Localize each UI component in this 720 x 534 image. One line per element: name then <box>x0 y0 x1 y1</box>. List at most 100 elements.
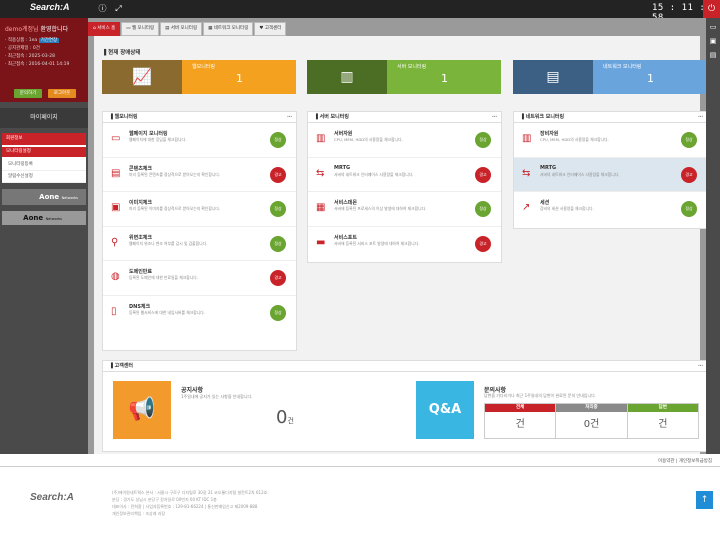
list-item[interactable]: ⇆ MRTG 서버의 네트워크 인터페이스 사용량을 체크합니다. 경고 <box>514 157 707 192</box>
card-count: 1 <box>236 72 243 85</box>
aone-banner-2[interactable]: Aone Networks <box>2 211 86 225</box>
list-item[interactable]: ▤ 콘텐츠체크 미리 등록된 콘텐츠를 정상적으로 받아오는지 확인합니다. 경고 <box>103 158 296 192</box>
footer-divider <box>0 466 720 467</box>
panel-title: 고객센터 <box>114 363 133 369</box>
more-icon[interactable]: ⋯ <box>287 112 292 123</box>
status-badge[interactable]: 경고 <box>475 235 491 252</box>
status-badge[interactable]: 정상 <box>270 201 286 217</box>
panel-title: 웹모니터링 <box>114 114 138 120</box>
list-item[interactable]: ◍ 도메인만료 등록된 도메인에 대한 만료일을 체크합니다. 경고 <box>103 261 296 296</box>
list-item[interactable]: ▭ 웹페이지 모니터링 웹페이지에 대한 응답을 체크합니다. 정상 <box>103 123 296 158</box>
expand-icon[interactable]: ⤢ <box>113 3 124 14</box>
monitor-chart-icon: 📈 <box>102 60 182 94</box>
list-item[interactable]: ▥ 장비자원 CPU, MEM, HDD의 사용량을 체크합니다. 정상 <box>514 123 707 158</box>
list-item[interactable]: ▣ 이미지체크 미리 등록된 이미지를 정상적으로 받아오는지 확인합니다. 정상 <box>103 192 296 227</box>
user-row-3: · 최근접속 : 2025-03-28 <box>5 54 55 59</box>
network-status-card[interactable]: ▤ 네트워크 모니터링 1 <box>513 60 707 94</box>
monitor-icon: ▭ <box>111 133 121 144</box>
tab-network-monitoring[interactable]: ▦ 네트워크 모니터링 <box>203 22 254 36</box>
logout-button[interactable]: 로그아웃 <box>48 89 76 98</box>
status-badge[interactable]: 정상 <box>681 201 697 217</box>
status-badge[interactable]: 경고 <box>475 166 491 183</box>
item-desc: CPU, MEM, HDD의 사용량을 체크합니다. <box>540 137 609 142</box>
aone-banner-1[interactable]: Aone Networks <box>2 189 86 205</box>
status-badge[interactable]: 정상 <box>475 201 491 217</box>
tab-service-home[interactable]: ⌂ 서비스 홈 <box>88 22 121 36</box>
user-row-1: · 적용상품 : 1ea 기간연장 <box>5 37 83 43</box>
web-status-card[interactable]: 📈 웹모니터링 1 <box>102 60 296 94</box>
menu-alert-settings[interactable]: 알림수신설정 <box>2 171 86 183</box>
tab-bar: ⌂ 서비스 홈 ▭ 웹 모니터링 ▤ 서버 모니터링 ▦ 네트워크 모니터링 ♥… <box>88 22 287 36</box>
tab-customer-center[interactable]: ♥ 고객센터 <box>254 22 287 36</box>
status-badge[interactable]: 정상 <box>270 132 286 148</box>
list-item[interactable]: ▯ DNS체크 등록된 웹서비스에 대한 네임서버를 체크합니다. 정상 <box>103 296 296 331</box>
list-item[interactable]: ▦ 서비스데몬 서버에 등록된 프로세스의 이상 발생에 대하여 체크합니다. 정상 <box>308 192 501 227</box>
item-title: 웹페이지 모니터링 <box>129 131 168 137</box>
menu-monitoring-register[interactable]: 모니터링등록 <box>2 159 86 171</box>
item-title: 장비자원 <box>540 131 559 137</box>
item-desc: 서버에 등록된 프로세스의 이상 발생에 대하여 체크합니다. <box>334 206 427 211</box>
list-item[interactable]: ▥ 서버자원 CPU, MEM, HDD의 사용량을 체크합니다. 정상 <box>308 123 501 158</box>
item-desc: 등록된 웹서비스에 대한 네임서버를 체크합니다. <box>129 309 205 315</box>
qa-col-answered[interactable]: 답변 건 <box>627 404 698 438</box>
status-badge[interactable]: 경고 <box>681 166 697 183</box>
footer-links[interactable]: 이용약관 | 개인정보취급방침 <box>658 458 712 464</box>
card-label: 네트워크 모니터링 <box>603 64 642 70</box>
more-icon[interactable]: ⋯ <box>698 112 703 123</box>
status-badge[interactable]: 정상 <box>270 235 286 252</box>
qa-col-processing[interactable]: 처리중 0건 <box>556 404 628 438</box>
item-title: DNS체크 <box>129 303 151 310</box>
more-icon[interactable]: ⋯ <box>492 112 497 123</box>
card-label: 서버 모니터링 <box>397 64 427 70</box>
item-desc: 등록된 도메인에 대한 만료일을 체크합니다. <box>129 275 198 280</box>
footer-info-line: (주)에이원네트웍스 본사 : 서울시 구로구 디지털로 30길 31 코오롱디… <box>112 490 268 495</box>
item-desc: 미리 등록된 콘텐츠를 정상적으로 받아오는지 확인합니다. <box>129 171 221 177</box>
layout-icon[interactable]: ▤ <box>708 50 718 60</box>
footer-info-line: 대표이사 : 전희종 | 사업자등록번호 : 129-81-66224 | 통신… <box>112 504 258 509</box>
tab-label: 고객센터 <box>264 26 282 31</box>
app-logo[interactable]: Search:A <box>30 2 70 12</box>
user-name: demo계정님 <box>5 26 39 33</box>
status-title: ▐ 현재 장애상태 <box>102 50 141 56</box>
card-count: 1 <box>441 72 448 85</box>
notice-title[interactable]: 공지사항 <box>181 385 203 394</box>
user-panel: demo계정님 환영합니다 · 적용상품 : 1ea 기간연장 · 공지관제일 … <box>0 18 88 102</box>
list-item[interactable]: ⇆ MRTG 서버의 네트워크 인터페이스 사용량을 체크합니다. 경고 <box>308 158 501 192</box>
inquiry-button[interactable]: 문의하기 <box>14 89 42 98</box>
list-item[interactable]: ▬ 서비스포트 서버에 등록된 서비스 포트 발생에 대하여 체크합니다. 경고 <box>308 227 501 262</box>
item-title: 서버자원 <box>334 131 353 137</box>
item-title: MRTG <box>334 164 351 171</box>
list-item[interactable]: ↗ 세션 장비의 세션 사용량을 체크합니다. 정상 <box>514 192 707 227</box>
mypage-heading: 마이페이지 <box>0 108 88 128</box>
banner-1-title: Aone <box>39 193 60 201</box>
desktop-icon[interactable]: ▭ <box>708 22 718 32</box>
more-icon[interactable]: ⋯ <box>698 361 703 372</box>
list-item[interactable]: ⚲ 위변조체크 웹페이지 위조나 변조 여부를 감시 및 검출합니다. 정상 <box>103 227 296 261</box>
tab-web-monitoring[interactable]: ▭ 웹 모니터링 <box>121 22 160 36</box>
power-icon[interactable]: ⏻ <box>703 0 720 18</box>
daemon-icon: ▦ <box>316 202 326 213</box>
menu-member-info[interactable]: 회원정보 <box>2 133 86 145</box>
status-badge[interactable]: 정상 <box>681 132 697 148</box>
status-badge[interactable]: 경고 <box>270 166 286 183</box>
tab-label: 웹 모니터링 <box>131 26 155 31</box>
image-icon[interactable]: ▣ <box>708 36 718 46</box>
status-badge[interactable]: 정상 <box>270 304 286 321</box>
item-title: 위변조체크 <box>129 234 153 241</box>
qa-col-value: 건 <box>515 419 525 430</box>
image-check-icon: ▣ <box>111 202 121 213</box>
status-badge[interactable]: 경고 <box>270 270 286 286</box>
menu-monitoring-settings[interactable]: 모니터링설정 <box>2 147 86 157</box>
server-status-card[interactable]: ▥ 서버 모니터링 1 <box>307 60 501 94</box>
extend-badge[interactable]: 기간연장 <box>38 38 60 43</box>
device-resource-icon: ▥ <box>522 133 532 144</box>
side-menu: 회원정보 모니터링설정 모니터링등록 알림수신설정 <box>2 133 86 183</box>
status-badge[interactable]: 정상 <box>475 132 491 148</box>
item-title: 이미지체크 <box>129 200 153 206</box>
info-icon[interactable]: ⓘ <box>97 3 108 14</box>
tab-server-monitoring[interactable]: ▤ 서버 모니터링 <box>160 22 203 36</box>
scroll-top-button[interactable]: ↑ <box>696 491 713 509</box>
qa-col-total[interactable]: 전체 건 <box>485 404 557 438</box>
tab-label: 서버 모니터링 <box>170 26 198 31</box>
right-toolbar: ▭ ▣ ▤ <box>706 18 720 454</box>
